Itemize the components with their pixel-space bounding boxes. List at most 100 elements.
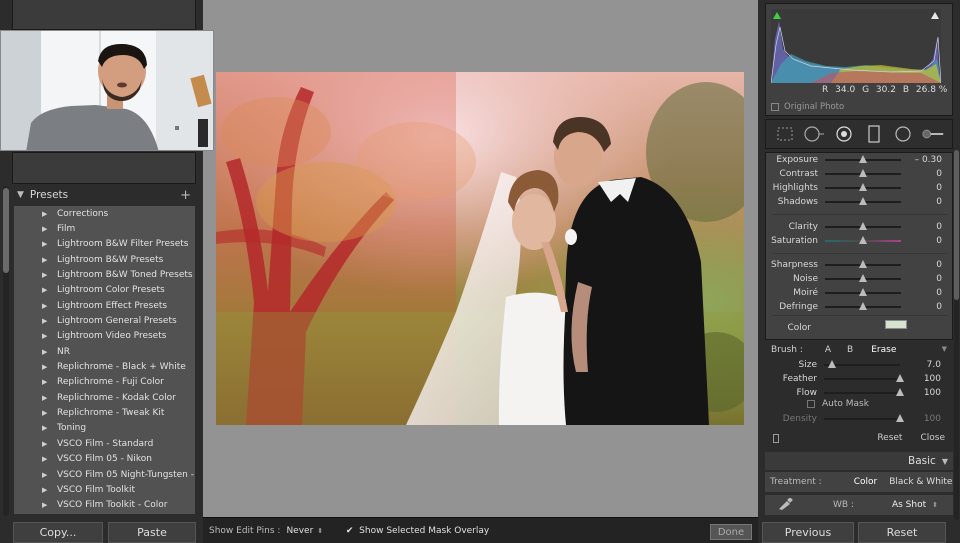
auto-mask-toggle[interactable]: Auto Mask [807,399,869,409]
preset-folder[interactable]: ▶ Lightroom General Presets [14,313,195,328]
expand-arrow-icon[interactable]: ▶ [42,317,47,325]
histogram-graph[interactable] [770,9,942,84]
preset-folder[interactable]: ▶ Corrections [14,206,195,221]
expand-arrow-icon[interactable]: ▶ [42,240,47,248]
saturation-slider-thumb[interactable] [859,235,867,244]
preset-folder[interactable]: ▶ Replichrome - Fuji Color [14,375,195,390]
add-preset-icon[interactable]: + [180,188,191,203]
sharpness-slider[interactable] [825,259,901,268]
noise-value[interactable]: 0 [936,274,942,284]
left-scrollbar-thumb[interactable] [3,188,9,273]
mask-overlay-label[interactable]: Show Selected Mask Overlay [359,526,489,536]
mask-overlay-checkbox[interactable]: ✔ [345,526,354,536]
clarity-value[interactable]: 0 [936,222,942,232]
collapse-triangle-icon[interactable]: ▼ [942,457,948,466]
expand-arrow-icon[interactable]: ▶ [42,256,47,264]
flow-slider-thumb[interactable] [896,387,904,396]
preset-folder[interactable]: ▶ Lightroom Color Presets [14,283,195,298]
original-photo-toggle[interactable]: Original Photo [771,102,844,112]
brush-reset-button[interactable]: Reset [877,433,902,443]
expand-arrow-icon[interactable]: ▶ [42,271,47,279]
crop-tool-icon[interactable] [774,123,796,145]
preset-folder[interactable]: ▶ Lightroom Video Presets [14,329,195,344]
pin-toggle-icon[interactable] [773,433,779,443]
preset-folder[interactable]: ▶ Lightroom B&W Presets [14,252,195,267]
saturation-value[interactable]: 0 [936,236,942,246]
flow-value[interactable]: 100 [924,388,941,398]
expand-arrow-icon[interactable]: ▶ [42,210,47,218]
defringe-slider-thumb[interactable] [859,301,867,310]
paste-button[interactable]: Paste [108,522,196,543]
size-slider-thumb[interactable] [827,359,836,368]
clarity-slider[interactable] [825,221,901,230]
collapse-triangle-icon[interactable]: ▼ [17,190,24,200]
preset-folder[interactable]: ▶ Lightroom B&W Toned Presets [14,267,195,282]
expand-arrow-icon[interactable]: ▶ [42,286,47,294]
preset-folder[interactable]: ▶ Replichrome - Tweak Kit [14,405,195,420]
expand-arrow-icon[interactable]: ▶ [42,302,47,310]
auto-mask-checkbox[interactable] [807,400,815,408]
sharpness-slider-thumb[interactable] [859,259,867,268]
wb-select[interactable]: As Shot [892,500,926,510]
shadows-slider[interactable] [825,196,901,205]
noise-slider[interactable] [825,273,901,282]
graduated-filter-icon[interactable] [863,123,885,145]
size-value[interactable]: 7.0 [927,360,941,370]
density-slider-thumb[interactable] [896,413,904,422]
wb-chevron-icon[interactable]: ⬍ [932,501,938,509]
sharpness-value[interactable]: 0 [936,260,942,270]
preset-folder[interactable]: ▶ Film [14,221,195,236]
expand-arrow-icon[interactable]: ▶ [42,378,47,386]
shadows-slider-thumb[interactable] [859,196,867,205]
expand-arrow-icon[interactable]: ▶ [42,332,47,340]
spot-removal-icon[interactable] [803,123,825,145]
preset-folder[interactable]: ▶ VSCO Film - Standard [14,436,195,451]
brush-a-tab[interactable]: A [825,345,831,355]
highlights-slider[interactable] [825,182,901,191]
expand-arrow-icon[interactable]: ▶ [42,440,47,448]
preset-folder[interactable]: ▶ Lightroom B&W Filter Presets [14,237,195,252]
feather-value[interactable]: 100 [924,374,941,384]
exposure-slider-thumb[interactable] [859,154,867,163]
eyedropper-icon[interactable] [777,496,793,513]
treatment-bw-option[interactable]: Black & White [889,477,952,487]
expand-arrow-icon[interactable]: ▶ [42,501,47,509]
highlights-value[interactable]: 0 [936,183,942,193]
expand-arrow-icon[interactable]: ▶ [42,363,47,371]
wedding-photo[interactable] [216,72,744,425]
noise-slider-thumb[interactable] [859,273,867,282]
red-eye-icon[interactable] [833,123,855,145]
adjustment-brush-icon[interactable] [922,123,944,145]
highlights-slider-thumb[interactable] [859,182,867,191]
treatment-color-option[interactable]: Color [854,477,878,487]
edit-pins-chevron-icon[interactable]: ⬍ [317,527,323,535]
flow-slider[interactable] [824,387,904,396]
clarity-slider-thumb[interactable] [859,221,867,230]
expand-arrow-icon[interactable]: ▶ [42,471,47,479]
preset-list[interactable]: ▶ Corrections ▶ Film ▶ Lightroom B&W Filter P… [14,206,195,514]
expand-arrow-icon[interactable]: ▶ [42,424,47,432]
feather-slider[interactable] [824,373,904,382]
moir-value[interactable]: 0 [936,288,942,298]
brush-erase-tab[interactable]: Erase [871,345,896,355]
contrast-slider[interactable] [825,168,901,177]
feather-slider-thumb[interactable] [896,373,904,382]
expand-arrow-icon[interactable]: ▶ [42,455,47,463]
basic-panel-header[interactable]: Basic ▼ [765,452,953,470]
expand-arrow-icon[interactable]: ▶ [42,348,47,356]
brush-b-tab[interactable]: B [847,345,853,355]
previous-button[interactable]: Previous [762,522,854,543]
collapse-triangle-icon[interactable]: ▼ [942,345,947,355]
moir-slider-thumb[interactable] [859,287,867,296]
radial-filter-icon[interactable] [892,123,914,145]
contrast-slider-thumb[interactable] [859,168,867,177]
preset-folder[interactable]: ▶ VSCO Film Toolkit [14,482,195,497]
brush-close-button[interactable]: Close [920,433,945,443]
size-slider[interactable] [824,359,900,368]
image-canvas[interactable] [203,0,758,517]
contrast-value[interactable]: 0 [936,169,942,179]
expand-arrow-icon[interactable]: ▶ [42,394,47,402]
moir-slider[interactable] [825,287,901,296]
shadows-value[interactable]: 0 [936,197,942,207]
original-photo-checkbox[interactable] [771,103,779,111]
